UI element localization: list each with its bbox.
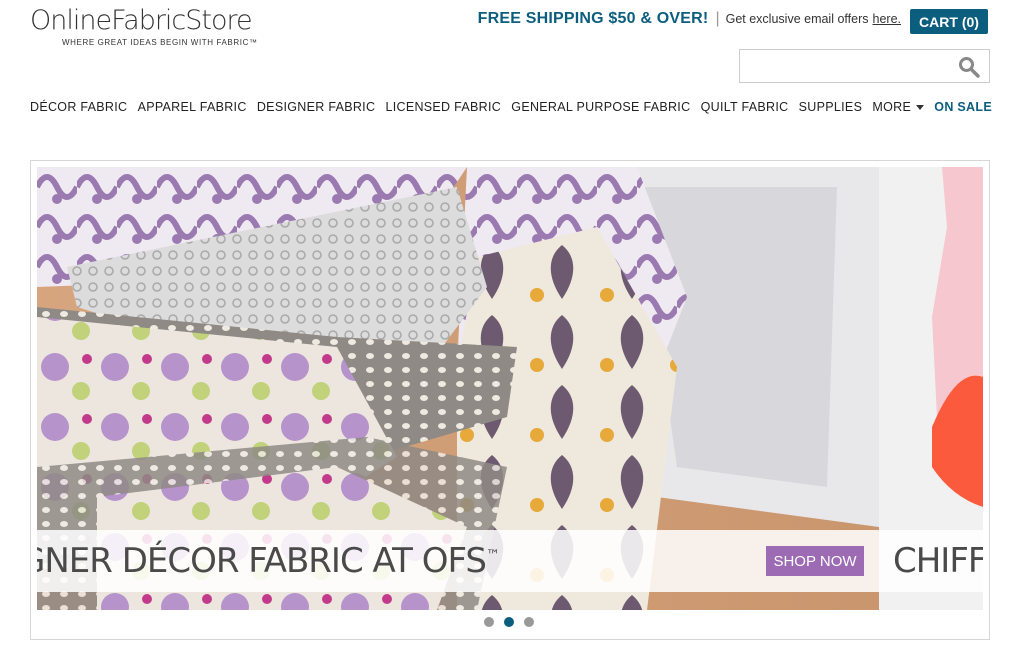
email-offer-text: Get exclusive email offers	[725, 12, 869, 26]
nav-item-decor-fabric[interactable]: DÉCOR FABRIC	[30, 100, 127, 114]
next-slide-caption: CHIFF	[893, 541, 983, 581]
email-offer-link[interactable]: here.	[873, 12, 902, 26]
main-nav: DÉCOR FABRIC APPAREL FABRIC DESIGNER FAB…	[30, 97, 992, 117]
carousel-dot-2[interactable]	[504, 617, 514, 627]
nav-item-supplies[interactable]: SUPPLIES	[799, 100, 863, 114]
nav-item-general-purpose-fabric[interactable]: GENERAL PURPOSE FABRIC	[511, 100, 690, 114]
hero-carousel: GNER DÉCOR FABRIC AT OFS™ SHOP NOW CHIFF	[30, 160, 990, 640]
slide-caption: GNER DÉCOR FABRIC AT OFS™	[37, 541, 500, 581]
slide-caption-bar: GNER DÉCOR FABRIC AT OFS™ SHOP NOW CHIFF	[37, 530, 983, 592]
carousel-dot-3[interactable]	[524, 617, 534, 627]
nav-item-licensed-fabric[interactable]: LICENSED FABRIC	[385, 100, 501, 114]
nav-item-on-sale[interactable]: ON SALE	[934, 100, 992, 114]
carousel-dot-1[interactable]	[484, 617, 494, 627]
carousel-pagination	[484, 617, 534, 627]
nav-item-more[interactable]: MORE	[872, 100, 925, 114]
promo-bar: FREE SHIPPING $50 & OVER! | Get exclusiv…	[478, 10, 901, 28]
nav-item-more-label: MORE	[872, 100, 912, 114]
nav-item-designer-fabric[interactable]: DESIGNER FABRIC	[257, 100, 375, 114]
logo-wordmark: OnlineFabricStore	[30, 5, 253, 36]
hero-slide[interactable]: GNER DÉCOR FABRIC AT OFS™ SHOP NOW CHIFF	[37, 167, 983, 610]
promo-separator: |	[715, 10, 720, 27]
cart-button[interactable]: CART (0)	[910, 9, 988, 34]
search-input[interactable]	[740, 50, 961, 82]
free-shipping-text: FREE SHIPPING $50 & OVER!	[477, 10, 709, 27]
logo-tagline: WHERE GREAT IDEAS BEGIN WITH FABRIC™	[62, 38, 258, 47]
nav-item-apparel-fabric[interactable]: APPAREL FABRIC	[138, 100, 247, 114]
nav-item-quilt-fabric[interactable]: QUILT FABRIC	[701, 100, 789, 114]
search-icon[interactable]	[957, 55, 981, 79]
slide-caption-text: GNER DÉCOR FABRIC AT OFS	[37, 541, 487, 581]
shop-now-button[interactable]: SHOP NOW	[766, 546, 864, 576]
trademark-mark: ™	[486, 547, 500, 564]
site-logo[interactable]: OnlineFabricStore WHERE GREAT IDEAS BEGI…	[30, 5, 257, 48]
search-box	[739, 49, 990, 83]
caret-down-icon	[916, 104, 925, 110]
